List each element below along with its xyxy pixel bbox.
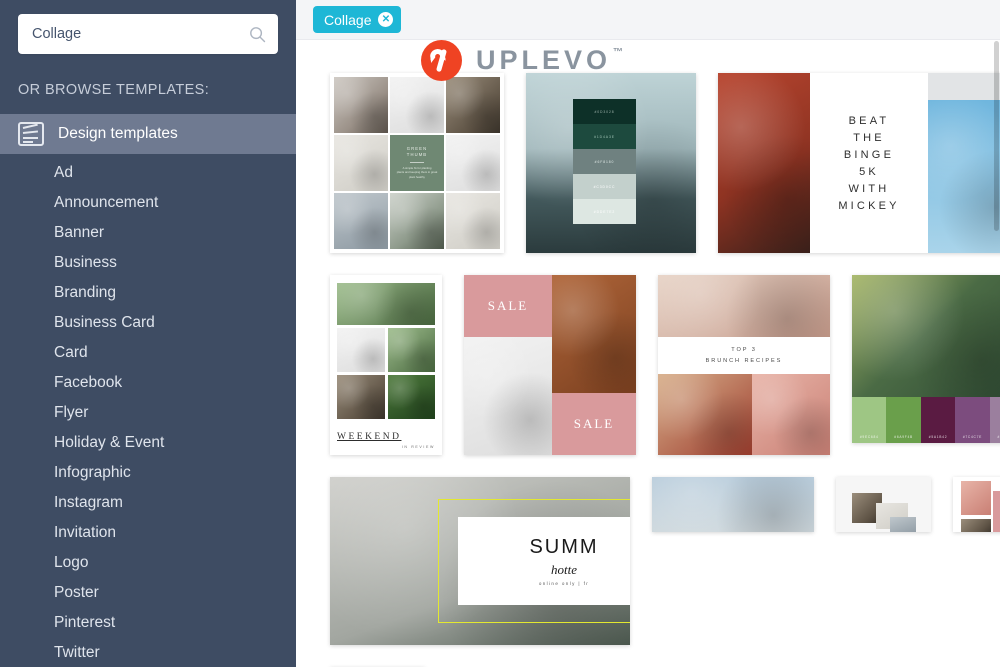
brand-name-text: UPLEVO: [476, 45, 612, 75]
template-grid-scroll[interactable]: GREEN THUMB A simple fix for planting plan…: [296, 41, 1000, 667]
template-caption-body: A simple fix for planting plants and keep…: [396, 165, 438, 180]
main-content: Collage ✕ UPLEVO ™ GREEN THUMB A simple …: [296, 0, 1000, 667]
template-grid: GREEN THUMB A simple fix for planting plan…: [296, 41, 1000, 667]
template-caption: TOP 3 BRUNCH RECIPES: [658, 337, 830, 374]
close-icon[interactable]: ✕: [378, 12, 394, 27]
template-caption-title: TOP 3: [731, 347, 757, 353]
template-card-sale-leather-goods[interactable]: SALE SALE: [464, 275, 636, 455]
filter-bar: Collage ✕: [296, 0, 1000, 40]
swatch: #5A1B42: [920, 397, 956, 443]
caption-line: THE: [853, 131, 885, 144]
template-caption-sub: IN REVIEW: [401, 445, 435, 449]
brand-name: UPLEVO ™: [476, 45, 623, 76]
swatch: #1D4A3E: [573, 124, 636, 149]
search-icon[interactable]: [249, 26, 266, 43]
sidebar-item-infographic[interactable]: Infographic: [0, 458, 296, 488]
swatch: #9EC684: [852, 397, 887, 443]
sidebar-item-banner[interactable]: Banner: [0, 218, 296, 248]
sidebar-item-twitter[interactable]: Twitter: [0, 638, 296, 667]
template-caption-sub: online only | fr: [538, 581, 590, 586]
sidebar-item-card[interactable]: Card: [0, 338, 296, 368]
sidebar-item-business-card[interactable]: Business Card: [0, 308, 296, 338]
swatch: #C3D0CC: [573, 174, 636, 199]
template-caption-sub: SALE: [552, 393, 636, 455]
template-card-sky-collage[interactable]: [652, 477, 814, 532]
template-card-green-thumb-collage[interactable]: GREEN THUMB A simple fix for planting plan…: [330, 73, 504, 253]
sidebar-item-flyer[interactable]: Flyer: [0, 398, 296, 428]
category-list: Ad Announcement Banner Business Branding…: [0, 154, 296, 667]
sidebar-item-logo[interactable]: Logo: [0, 548, 296, 578]
sidebar-item-poster[interactable]: Poster: [0, 578, 296, 608]
design-templates-icon: [18, 122, 44, 146]
filter-tag-label: Collage: [324, 11, 372, 28]
browse-templates-label: OR BROWSE TEMPLATES:: [18, 82, 210, 98]
app-root: OR BROWSE TEMPLATES: Design templates Ad…: [0, 0, 1000, 667]
sidebar-item-branding[interactable]: Branding: [0, 278, 296, 308]
brand-logo: UPLEVO ™: [421, 40, 623, 81]
template-card-summer-hottest[interactable]: SUMM hotte online only | fr: [330, 477, 630, 645]
sidebar-item-holiday-event[interactable]: Holiday & Event: [0, 428, 296, 458]
uplevo-mark-icon: [421, 40, 462, 81]
swatch: #6A9F4B: [886, 397, 921, 443]
trademark-symbol: ™: [613, 47, 624, 58]
template-card-top-3-brunch-recipes[interactable]: TOP 3 BRUNCH RECIPES: [658, 275, 830, 455]
template-caption-title: GREEN THUMB: [406, 146, 428, 158]
sidebar: OR BROWSE TEMPLATES: Design templates Ad…: [0, 0, 296, 667]
caption-line: BINGE: [843, 148, 895, 161]
caption-line: 5K: [859, 165, 879, 178]
filter-tag-collage[interactable]: Collage ✕: [313, 6, 402, 33]
swatch: #7C4C7E: [955, 397, 990, 443]
template-caption-sub: BRUNCH RECIPES: [705, 357, 783, 364]
template-card-weekend-in-review[interactable]: WEEKEND IN REVIEW: [330, 275, 442, 455]
template-caption-script: hotte: [551, 562, 577, 577]
template-card-succulent-purple-palette[interactable]: #9EC684 #6A9F4B #5A1B42 #7C4C7E #9B7F9E: [852, 275, 1000, 443]
sidebar-item-pinterest[interactable]: Pinterest: [0, 608, 296, 638]
template-caption: GREEN THUMB A simple fix for planting plan…: [390, 135, 444, 191]
caption-line: MICKEY: [838, 199, 900, 212]
caption-line: WITH: [848, 182, 890, 195]
sidebar-item-invitation[interactable]: Invitation: [0, 518, 296, 548]
search-input[interactable]: [32, 26, 249, 42]
sidebar-item-business[interactable]: Business: [0, 248, 296, 278]
swatch: #0D3028: [573, 99, 636, 124]
palette-strip: #0D3028 #1D4A3E #6F8180 #C3D0CC #DDE7E2: [573, 99, 636, 224]
swatch: #6F8180: [573, 149, 636, 174]
template-card-ocean-palette[interactable]: #0D3028 #1D4A3E #6F8180 #C3D0CC #DDE7E2: [526, 73, 696, 253]
template-caption-title: SUMM: [529, 536, 599, 558]
palette-strip: #9EC684 #6A9F4B #5A1B42 #7C4C7E #9B7F9E: [852, 397, 1000, 443]
caption-line: BEAT: [848, 114, 890, 127]
scrollbar-thumb[interactable]: [994, 41, 999, 231]
sidebar-item-label: Design templates: [58, 125, 178, 142]
template-caption: BEAT THE BINGE 5K WITH MICKEY: [810, 73, 928, 253]
template-caption-title: SALE: [464, 275, 552, 337]
template-card-gray-moodboard[interactable]: [836, 477, 931, 532]
template-caption-title: WEEKEND: [337, 432, 402, 442]
search-section: [0, 0, 296, 68]
sidebar-item-announcement[interactable]: Announcement: [0, 188, 296, 218]
sidebar-item-design-templates[interactable]: Design templates: [0, 114, 296, 154]
vertical-scrollbar[interactable]: [993, 41, 1000, 667]
sidebar-item-instagram[interactable]: Instagram: [0, 488, 296, 518]
template-card-beat-the-binge-5k[interactable]: BEAT THE BINGE 5K WITH MICKEY: [718, 73, 1000, 253]
sidebar-item-ad[interactable]: Ad: [0, 158, 296, 188]
search-box[interactable]: [18, 14, 278, 54]
swatch: #DDE7E2: [573, 199, 636, 224]
sidebar-item-facebook[interactable]: Facebook: [0, 368, 296, 398]
